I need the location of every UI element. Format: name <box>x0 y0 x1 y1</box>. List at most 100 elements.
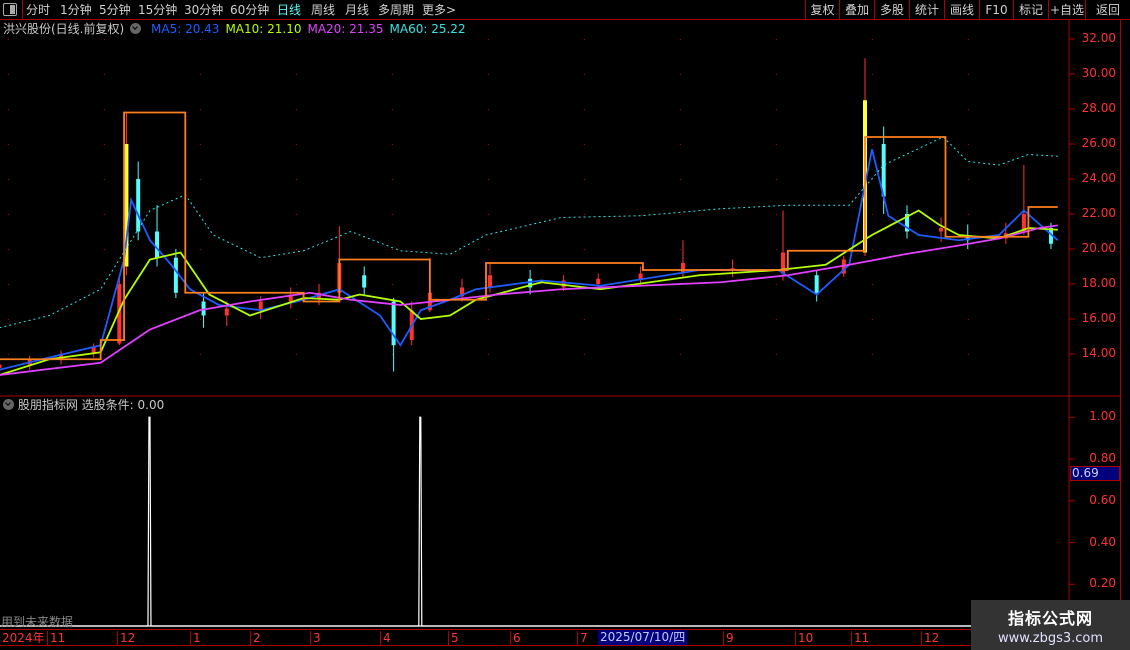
month-label: 11 <box>47 631 65 646</box>
date-axis: 2024年 11 12 1 2 3 4 5 6 7 9 10 11 12 <box>0 629 1130 646</box>
month-label: 5 <box>448 631 459 646</box>
grid-dot <box>776 39 777 40</box>
current-value-tag: 0.69 <box>1070 466 1120 481</box>
sub-panel-header: 股朋指标网 选股条件: 0.00 <box>3 398 164 413</box>
candle <box>680 240 685 277</box>
grid-dot <box>488 319 489 320</box>
indicator-spike <box>0 416 1069 627</box>
grid-dot <box>392 74 393 75</box>
grid-dot <box>296 179 297 180</box>
watermark-title: 指标公式网 <box>1007 609 1093 628</box>
y-tick-label: 26.00 <box>1081 136 1116 150</box>
grid-dot <box>776 284 777 285</box>
grid-dot <box>872 249 873 250</box>
month-label: 3 <box>310 631 321 646</box>
grid-dot <box>488 179 489 180</box>
grid-dot <box>104 39 105 40</box>
grid-dot <box>680 39 681 40</box>
grid-dot <box>392 214 393 215</box>
candle <box>288 287 293 309</box>
grid-dot <box>104 249 105 250</box>
grid-dot <box>680 319 681 320</box>
grid-dot <box>872 214 873 215</box>
grid-dot <box>104 109 105 110</box>
indicator-formula: 选股条件: 0.00 <box>81 398 165 412</box>
grid-dot <box>392 39 393 40</box>
month-label: 12 <box>921 631 939 646</box>
grid-dot <box>776 74 777 75</box>
grid-dot <box>8 179 9 180</box>
grid-dot <box>968 39 969 40</box>
y-tick-label: 30.00 <box>1081 66 1116 80</box>
candle <box>814 270 819 302</box>
grid-dot <box>872 284 873 285</box>
sub-y-tick-label: 0.40 <box>1089 534 1116 549</box>
grid-dot <box>488 214 489 215</box>
grid-dot <box>8 284 9 285</box>
grid-dot <box>776 109 777 110</box>
grid-dot <box>104 179 105 180</box>
side-panel-edge[interactable] <box>1120 20 1130 628</box>
grid-dot <box>776 214 777 215</box>
grid-dot <box>488 249 489 250</box>
grid-dot <box>200 109 201 110</box>
grid-dot <box>584 74 585 75</box>
grid-dot <box>200 319 201 320</box>
grid-dot <box>104 319 105 320</box>
grid-dot <box>296 109 297 110</box>
grid-dot <box>392 284 393 285</box>
y-tick-label: 24.00 <box>1081 171 1116 185</box>
grid-dot <box>776 354 777 355</box>
grid-dot <box>680 214 681 215</box>
grid-dot <box>296 74 297 75</box>
grid-dot <box>8 249 9 250</box>
grid-dot <box>8 109 9 110</box>
grid-dot <box>488 144 489 145</box>
y-tick-label: 32.00 <box>1081 31 1116 45</box>
grid-dot <box>200 284 201 285</box>
grid-dot <box>968 354 969 355</box>
watermark-logo: 指标公式网 www.zbgs3.com <box>971 600 1130 650</box>
y-tick-label: 20.00 <box>1081 241 1116 255</box>
month-label: 10 <box>795 631 813 646</box>
chevron-down-icon[interactable] <box>3 399 14 410</box>
grid-dot <box>8 39 9 40</box>
month-label: 11 <box>851 631 869 646</box>
grid-dot <box>8 214 9 215</box>
grid-dot <box>488 354 489 355</box>
grid-dot <box>680 109 681 110</box>
grid-dot <box>104 354 105 355</box>
price-chart[interactable] <box>0 0 1130 650</box>
month-label: 2 <box>250 631 261 646</box>
grid-dot <box>392 179 393 180</box>
month-label: 9 <box>723 631 734 646</box>
month-label: 7 <box>577 631 588 646</box>
candle <box>638 266 643 284</box>
grid-dot <box>584 144 585 145</box>
grid-dot <box>296 39 297 40</box>
month-label: 4 <box>380 631 391 646</box>
sub-y-tick-label: 0.60 <box>1089 492 1116 507</box>
y-tick-label: 16.00 <box>1081 311 1116 325</box>
year-label: 2024年 <box>2 631 45 645</box>
grid-dot <box>200 144 201 145</box>
candle <box>1021 165 1026 235</box>
grid-dot <box>296 214 297 215</box>
y-tick-label: 18.00 <box>1081 276 1116 290</box>
grid-dot <box>488 74 489 75</box>
grid-dot <box>776 319 777 320</box>
grid-dot <box>584 39 585 40</box>
grid-dot <box>584 214 585 215</box>
month-label: 1 <box>190 631 201 646</box>
grid-dot <box>488 39 489 40</box>
grid-dot <box>200 74 201 75</box>
grid-dot <box>968 179 969 180</box>
watermark-url: www.zbgs3.com <box>997 631 1104 646</box>
grid-dot <box>8 74 9 75</box>
grid-dot <box>680 179 681 180</box>
grid-dot <box>968 284 969 285</box>
grid-dot <box>392 109 393 110</box>
grid-dot <box>968 74 969 75</box>
grid-dot <box>200 179 201 180</box>
sub-y-tick-label: 0.20 <box>1089 576 1116 591</box>
